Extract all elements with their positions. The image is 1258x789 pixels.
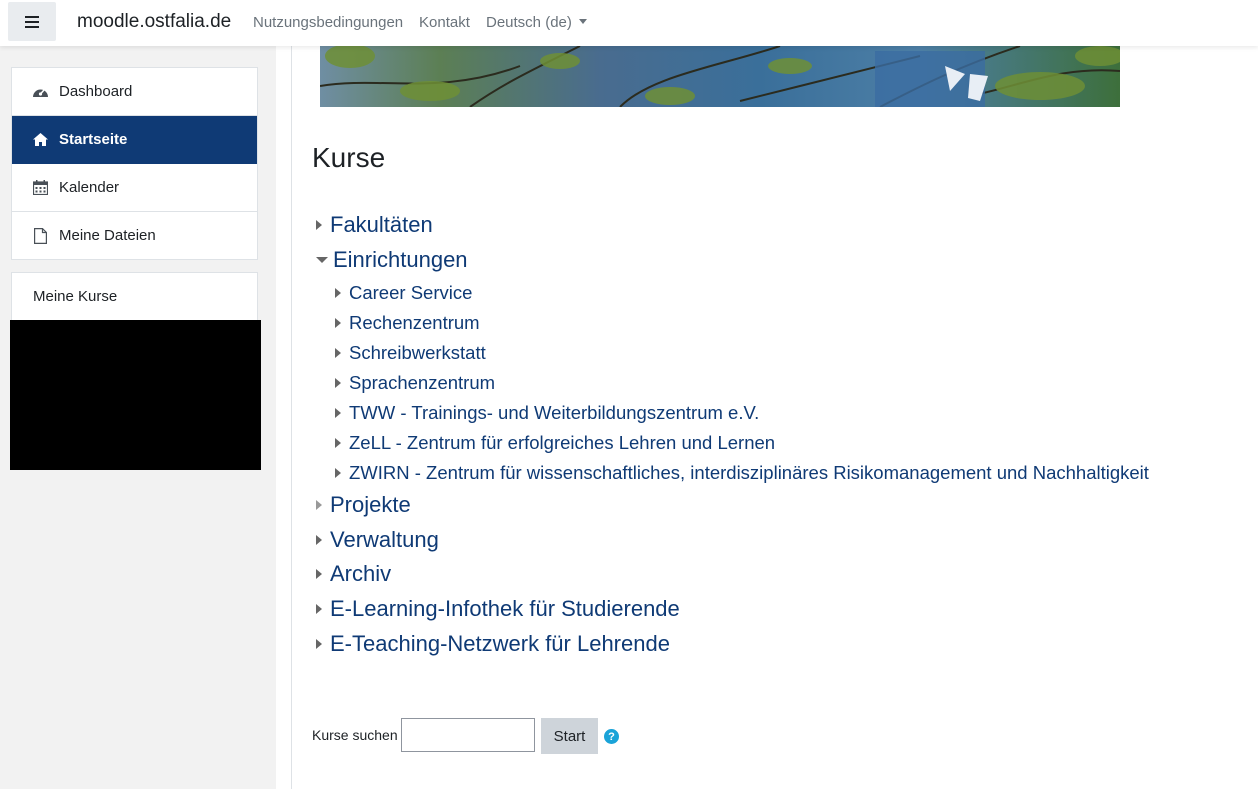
collapse-arrow-icon <box>316 257 328 263</box>
help-icon[interactable]: ? <box>604 729 619 744</box>
drawer-item-home[interactable]: Startseite <box>12 116 257 164</box>
drawer-item-label: Dashboard <box>59 83 133 100</box>
subcategory-tww[interactable]: TWW - Trainings- und Weiterbildungszentr… <box>335 402 759 424</box>
subcategory-label: Schreibwerkstatt <box>349 342 486 363</box>
drawer-item-calendar[interactable]: Kalender <box>12 164 257 212</box>
category-label: Fakultäten <box>330 212 433 237</box>
language-label: Deutsch (de) <box>486 14 572 31</box>
category-label: Archiv <box>330 561 392 586</box>
expand-arrow-icon <box>335 288 341 298</box>
expand-arrow-icon <box>335 348 341 358</box>
course-search-button[interactable]: Start <box>541 718 598 754</box>
category-label: Einrichtungen <box>333 247 468 272</box>
subcategory-computing-center[interactable]: Rechenzentrum <box>335 312 480 334</box>
expand-arrow-icon <box>316 500 322 510</box>
subcategory-label: Career Service <box>349 282 473 303</box>
header-banner-image <box>320 46 1120 107</box>
menu-toggle-button[interactable] <box>8 2 56 41</box>
subcategory-career-service[interactable]: Career Service <box>335 282 472 304</box>
drawer-item-label: Startseite <box>59 131 128 148</box>
calendar-icon <box>32 179 49 196</box>
redacted-course-list <box>10 320 261 470</box>
expand-arrow-icon <box>335 318 341 328</box>
language-menu[interactable]: Deutsch (de) <box>486 14 587 31</box>
subcategory-label: TWW - Trainings- und Weiterbildungszentr… <box>349 402 760 423</box>
expand-arrow-icon <box>316 535 322 545</box>
category-eteaching-network[interactable]: E-Teaching-Netzwerk für Lehrende <box>316 631 670 657</box>
category-faculties[interactable]: Fakultäten <box>316 212 433 238</box>
subcategory-language-center[interactable]: Sprachenzentrum <box>335 372 495 394</box>
subcategory-writing-workshop[interactable]: Schreibwerkstatt <box>335 342 486 364</box>
file-icon <box>32 227 49 244</box>
expand-arrow-icon <box>335 438 341 448</box>
top-navbar: moodle.ostfalia.de Nutzungsbedingungen K… <box>0 0 1258 46</box>
course-search-label: Kurse suchen <box>312 727 398 743</box>
expand-arrow-icon <box>335 378 341 388</box>
expand-arrow-icon <box>316 639 322 649</box>
category-label: E-Learning-Infothek für Studierende <box>330 596 680 621</box>
expand-arrow-icon <box>335 468 341 478</box>
subcategory-label: Rechenzentrum <box>349 312 480 333</box>
main-region-divider <box>291 46 292 789</box>
subcategory-label: ZeLL - Zentrum für erfolgreiches Lehren … <box>349 432 776 453</box>
category-label: Projekte <box>330 492 411 517</box>
subcategory-label: ZWIRN - Zentrum für wissenschaftliches, … <box>349 462 1149 483</box>
nav-link-contact[interactable]: Kontakt <box>419 14 470 31</box>
hamburger-icon <box>25 15 39 28</box>
category-administration[interactable]: Verwaltung <box>316 527 439 553</box>
nav-link-terms[interactable]: Nutzungsbedingungen <box>253 14 403 31</box>
site-brand-link[interactable]: moodle.ostfalia.de <box>77 11 231 33</box>
caret-down-icon <box>578 18 587 24</box>
my-courses-label: Meine Kurse <box>33 288 118 305</box>
home-icon <box>32 131 49 148</box>
category-facilities[interactable]: Einrichtungen <box>316 247 468 273</box>
category-elearning-infothek[interactable]: E-Learning-Infothek für Studierende <box>316 596 680 622</box>
expand-arrow-icon <box>316 569 322 579</box>
subcategory-zwirn[interactable]: ZWIRN - Zentrum für wissenschaftliches, … <box>335 462 1149 484</box>
dashboard-icon <box>32 83 49 100</box>
expand-arrow-icon <box>316 604 322 614</box>
expand-arrow-icon <box>316 220 322 230</box>
subcategory-label: Sprachenzentrum <box>349 372 496 393</box>
category-archive[interactable]: Archiv <box>316 561 391 587</box>
drawer-item-label: Meine Dateien <box>59 227 156 244</box>
category-projects[interactable]: Projekte <box>316 492 411 518</box>
drawer-nav-list: Dashboard Startseite Kalender Meine Date… <box>11 67 258 260</box>
category-label: Verwaltung <box>330 527 439 552</box>
page-title: Kurse <box>312 142 386 173</box>
subcategory-zell[interactable]: ZeLL - Zentrum für erfolgreiches Lehren … <box>335 432 775 454</box>
category-label: E-Teaching-Netzwerk für Lehrende <box>330 631 670 656</box>
expand-arrow-icon <box>335 408 341 418</box>
drawer-item-label: Kalender <box>59 179 120 196</box>
drawer-item-dashboard[interactable]: Dashboard <box>12 68 257 116</box>
my-courses-heading[interactable]: Meine Kurse <box>11 272 258 320</box>
drawer-item-my-files[interactable]: Meine Dateien <box>12 212 257 259</box>
nav-drawer: Dashboard Startseite Kalender Meine Date… <box>0 46 276 789</box>
course-search-input[interactable] <box>401 718 535 752</box>
